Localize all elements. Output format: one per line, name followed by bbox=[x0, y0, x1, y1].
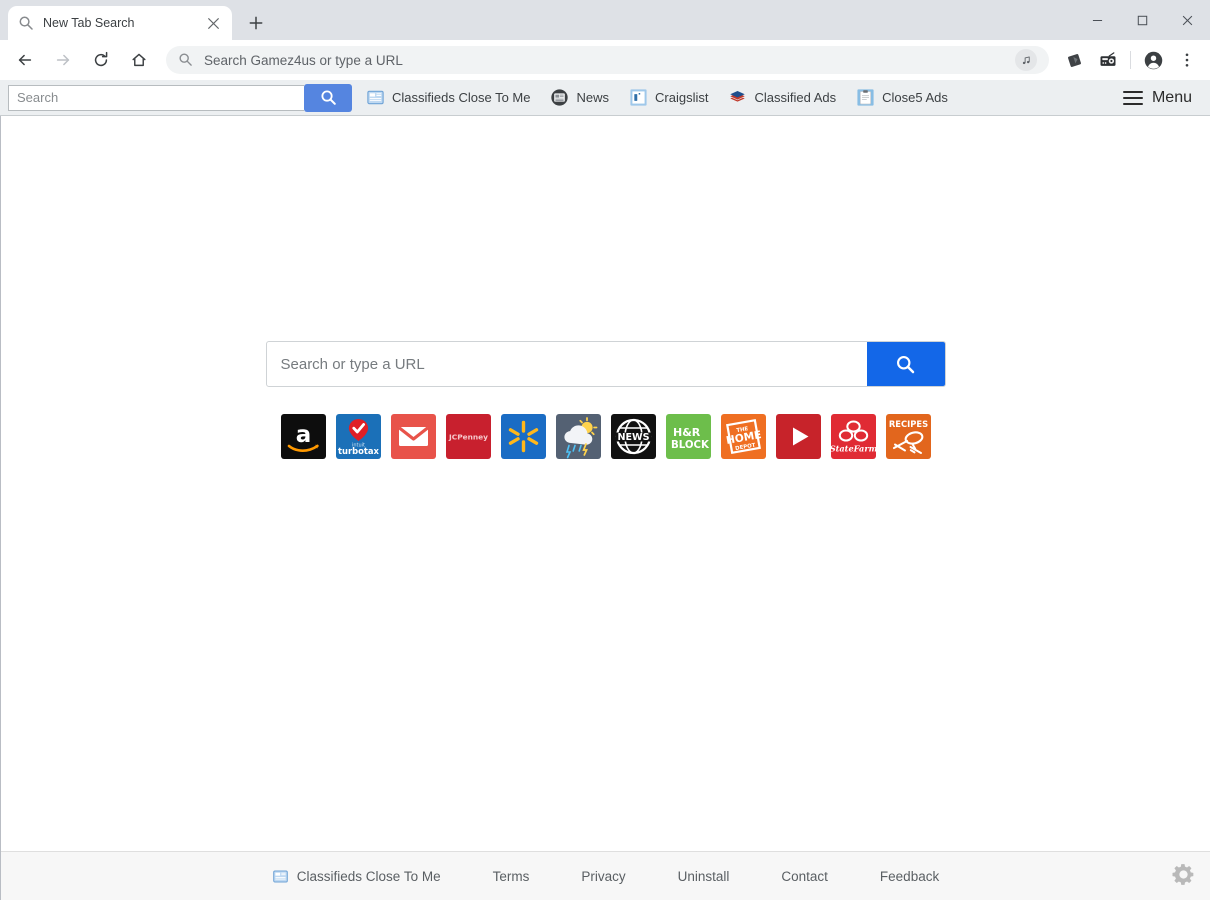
extbar-link-label: Classifieds Close To Me bbox=[392, 90, 531, 105]
extbar-link-news[interactable]: News bbox=[550, 88, 609, 107]
extbar-link-label: Craigslist bbox=[655, 90, 709, 105]
extension-toolbar: Search Classifieds Close To Me News Crai… bbox=[0, 80, 1210, 116]
gear-icon bbox=[1170, 861, 1197, 893]
footer-link-contact[interactable]: Contact bbox=[781, 869, 828, 884]
extbar-link-close5-ads[interactable]: Close5 Ads bbox=[856, 88, 948, 107]
search-icon bbox=[178, 52, 194, 68]
footer-link-classifieds-close-to-me[interactable]: Classifieds Close To Me bbox=[272, 868, 441, 885]
toolbar-divider bbox=[1130, 51, 1131, 69]
footer-link-privacy[interactable]: Privacy bbox=[581, 869, 625, 884]
music-note-icon[interactable] bbox=[1015, 49, 1037, 71]
window-controls bbox=[1075, 0, 1210, 40]
footer-link-uninstall[interactable]: Uninstall bbox=[678, 869, 730, 884]
newspaper-icon bbox=[366, 88, 385, 107]
shortcut-tile-recipes[interactable]: RECIPES bbox=[885, 414, 931, 459]
svg-text:RECIPES: RECIPES bbox=[888, 419, 927, 429]
extension-menu-label: Menu bbox=[1151, 88, 1192, 106]
news-circle-icon bbox=[550, 88, 569, 107]
settings-gear-button[interactable] bbox=[1168, 862, 1198, 892]
svg-text:NEWS: NEWS bbox=[617, 432, 649, 443]
reload-button[interactable] bbox=[86, 45, 116, 75]
new-tab-button[interactable] bbox=[242, 9, 270, 37]
shortcut-tile-hr-block[interactable]: H&R BLOCK bbox=[665, 414, 711, 459]
close-icon[interactable] bbox=[204, 14, 222, 32]
newspaper-icon bbox=[272, 868, 289, 885]
extbar-link-craigslist[interactable]: Craigslist bbox=[629, 88, 708, 107]
clipboard-icon bbox=[856, 88, 875, 107]
shortcut-tile-walmart[interactable] bbox=[500, 414, 546, 459]
close-button[interactable] bbox=[1165, 0, 1210, 40]
profile-icon[interactable] bbox=[1139, 46, 1167, 74]
craigslist-icon bbox=[629, 88, 648, 107]
search-icon bbox=[18, 15, 34, 31]
extension-menu-button[interactable]: Menu bbox=[1122, 88, 1192, 107]
home-button[interactable] bbox=[124, 45, 154, 75]
forward-button bbox=[48, 45, 78, 75]
shortcut-tile-amazon[interactable]: a bbox=[280, 414, 326, 459]
address-bar[interactable]: Search Gamez4us or type a URL bbox=[166, 46, 1049, 74]
address-bar-text: Search Gamez4us or type a URL bbox=[204, 52, 403, 68]
shortcut-tile-state-farm[interactable]: StateFarm bbox=[830, 414, 876, 459]
new-tab-page: Search or type a URL a intuit turbotax J… bbox=[0, 116, 1210, 900]
back-button[interactable] bbox=[10, 45, 40, 75]
footer-link-terms[interactable]: Terms bbox=[493, 869, 530, 884]
shortcut-tile-mail[interactable] bbox=[390, 414, 436, 459]
footer-links: Classifieds Close To Me Terms Privacy Un… bbox=[246, 868, 965, 885]
tab-title: New Tab Search bbox=[43, 16, 135, 30]
svg-text:a: a bbox=[295, 422, 311, 448]
browser-window: New Tab Search Search Gamez4us or type a… bbox=[0, 0, 1210, 900]
extbar-link-label: Classified Ads bbox=[754, 90, 837, 105]
svg-text:StateFarm: StateFarm bbox=[831, 444, 876, 454]
maximize-button[interactable] bbox=[1120, 0, 1165, 40]
shortcut-tiles: a intuit turbotax JCPenney NEWS H&R BLOC… bbox=[280, 414, 931, 459]
main-search-input[interactable]: Search or type a URL bbox=[267, 342, 867, 386]
shortcut-tile-weather[interactable] bbox=[555, 414, 601, 459]
footer-link-label: Classifieds Close To Me bbox=[296, 868, 441, 884]
shortcut-tile-news[interactable]: NEWS bbox=[610, 414, 656, 459]
svg-text:JCPenney: JCPenney bbox=[448, 433, 488, 442]
extension-search-input[interactable]: Search bbox=[8, 84, 304, 111]
svg-text:turbotax: turbotax bbox=[338, 446, 379, 456]
shortcut-tile-youtube[interactable] bbox=[775, 414, 821, 459]
footer-link-feedback[interactable]: Feedback bbox=[880, 869, 939, 884]
shortcut-tile-home-depot[interactable]: THE HOME DEPOT bbox=[720, 414, 766, 459]
page-footer: Classifieds Close To Me Terms Privacy Un… bbox=[1, 851, 1210, 900]
minimize-button[interactable] bbox=[1075, 0, 1120, 40]
tab-strip: New Tab Search bbox=[0, 0, 1210, 40]
extension-diamond-icon[interactable] bbox=[1060, 46, 1088, 74]
main-search-button[interactable] bbox=[866, 342, 945, 386]
navigation-toolbar: Search Gamez4us or type a URL bbox=[0, 40, 1210, 80]
shortcut-tile-jcpenney[interactable]: JCPenney bbox=[445, 414, 491, 459]
hamburger-icon bbox=[1122, 90, 1143, 105]
extbar-link-classified-ads[interactable]: Classified Ads bbox=[728, 88, 836, 107]
svg-text:H&R: H&R bbox=[673, 426, 701, 439]
extension-search-button[interactable] bbox=[304, 83, 352, 112]
chrome-menu-icon[interactable] bbox=[1173, 46, 1201, 74]
shortcut-tile-turbotax[interactable]: intuit turbotax bbox=[335, 414, 381, 459]
main-search-box: Search or type a URL bbox=[265, 341, 946, 387]
svg-text:BLOCK: BLOCK bbox=[671, 440, 710, 451]
extbar-link-label: Close5 Ads bbox=[882, 90, 948, 105]
radio-icon[interactable] bbox=[1094, 46, 1122, 74]
browser-tab[interactable]: New Tab Search bbox=[8, 6, 232, 40]
layers-icon bbox=[728, 88, 747, 107]
extbar-link-label: News bbox=[576, 90, 609, 105]
extension-search-group: Search bbox=[8, 83, 352, 112]
search-area: Search or type a URL a intuit turbotax J… bbox=[265, 341, 946, 459]
extbar-link-classifieds-close-to-me[interactable]: Classifieds Close To Me bbox=[366, 88, 530, 107]
